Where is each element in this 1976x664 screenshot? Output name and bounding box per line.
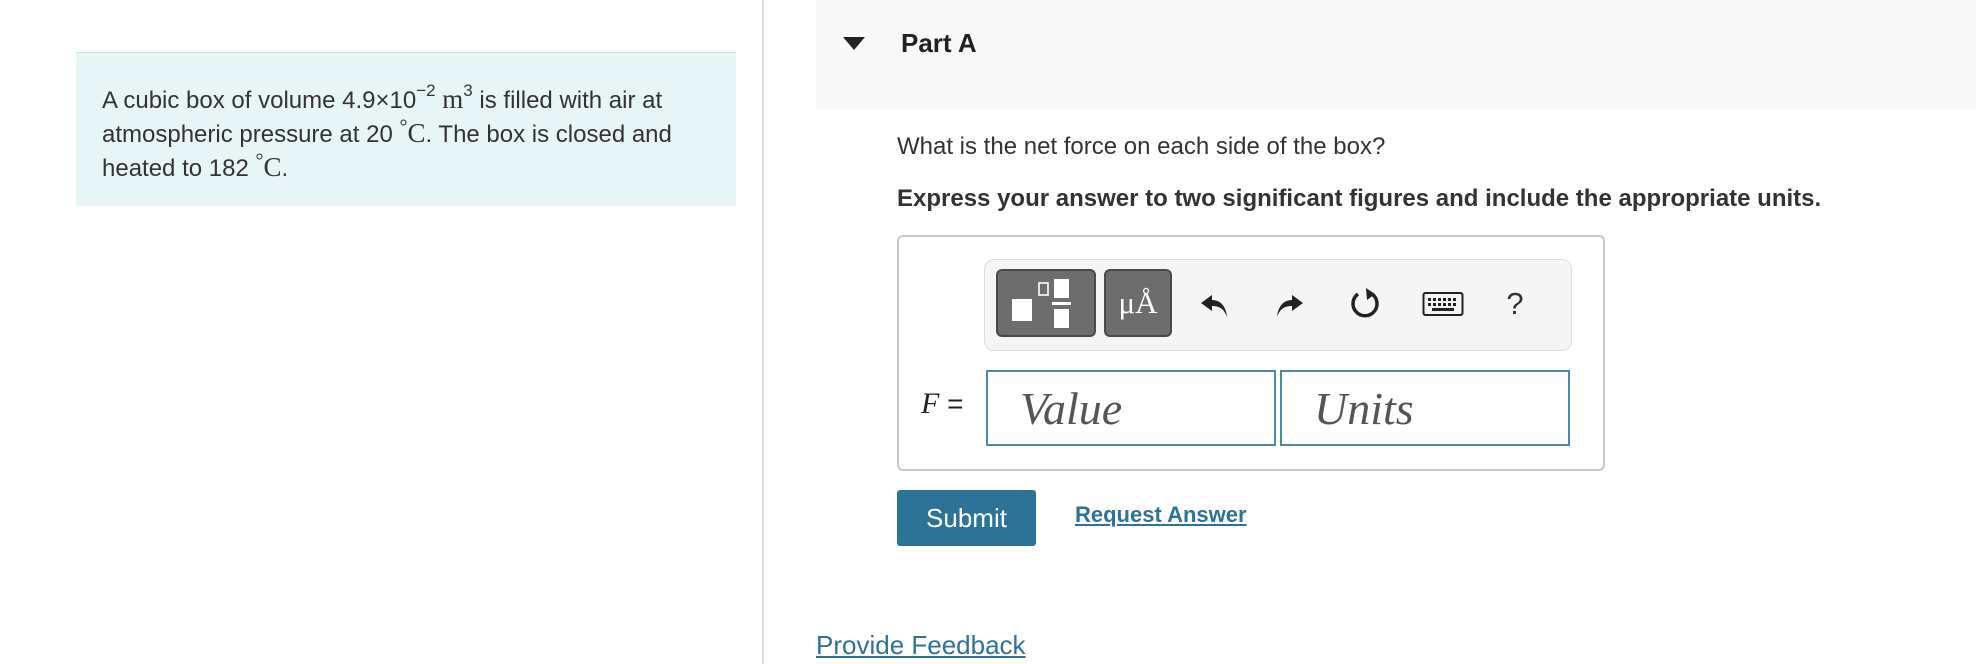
variable-label: F = (921, 387, 963, 421)
redo-icon[interactable] (1268, 282, 1312, 326)
problem-text-4: . (281, 155, 289, 182)
equals-sign: = (947, 388, 964, 419)
units-button[interactable]: μÅ (1104, 269, 1172, 337)
part-title: Part A (901, 28, 977, 58)
unit-meter: m (442, 84, 464, 114)
page: A cubic box of volume 4.9×10−2 m3 is fil… (0, 0, 1976, 664)
math-toolbar: μÅ ? (984, 259, 1572, 351)
unit-celsius: C (263, 152, 282, 182)
keyboard-icon[interactable] (1419, 282, 1467, 326)
instruction-text: Express your answer to two significant f… (897, 185, 1822, 212)
provide-feedback-link[interactable]: Provide Feedback (816, 630, 1026, 661)
problem-text-1: A cubic box of volume 4.9×10 (102, 87, 417, 114)
unit-celsius: C (407, 118, 426, 148)
undo-icon[interactable] (1192, 282, 1236, 326)
variable-name: F (921, 387, 940, 420)
answer-box: μÅ ? F = Value Units (897, 235, 1605, 471)
value-input[interactable] (986, 370, 1276, 446)
submit-button[interactable]: Submit (897, 490, 1036, 546)
caret-down-icon[interactable] (843, 37, 865, 50)
question-text: What is the net force on each side of th… (897, 133, 1386, 160)
units-input[interactable] (1280, 370, 1570, 446)
pane-divider (762, 0, 764, 664)
part-header[interactable]: Part A (816, 0, 1976, 110)
templates-icon (1012, 279, 1071, 328)
request-answer-link[interactable]: Request Answer (1075, 502, 1247, 528)
problem-statement: A cubic box of volume 4.9×10−2 m3 is fil… (76, 52, 736, 206)
problem-pane: A cubic box of volume 4.9×10−2 m3 is fil… (0, 0, 762, 664)
volume-exponent: −2 (416, 81, 436, 100)
unit-meter-exponent: 3 (463, 81, 473, 100)
help-icon[interactable]: ? (1493, 282, 1537, 326)
reset-icon[interactable] (1343, 282, 1387, 326)
templates-button[interactable] (996, 269, 1096, 337)
